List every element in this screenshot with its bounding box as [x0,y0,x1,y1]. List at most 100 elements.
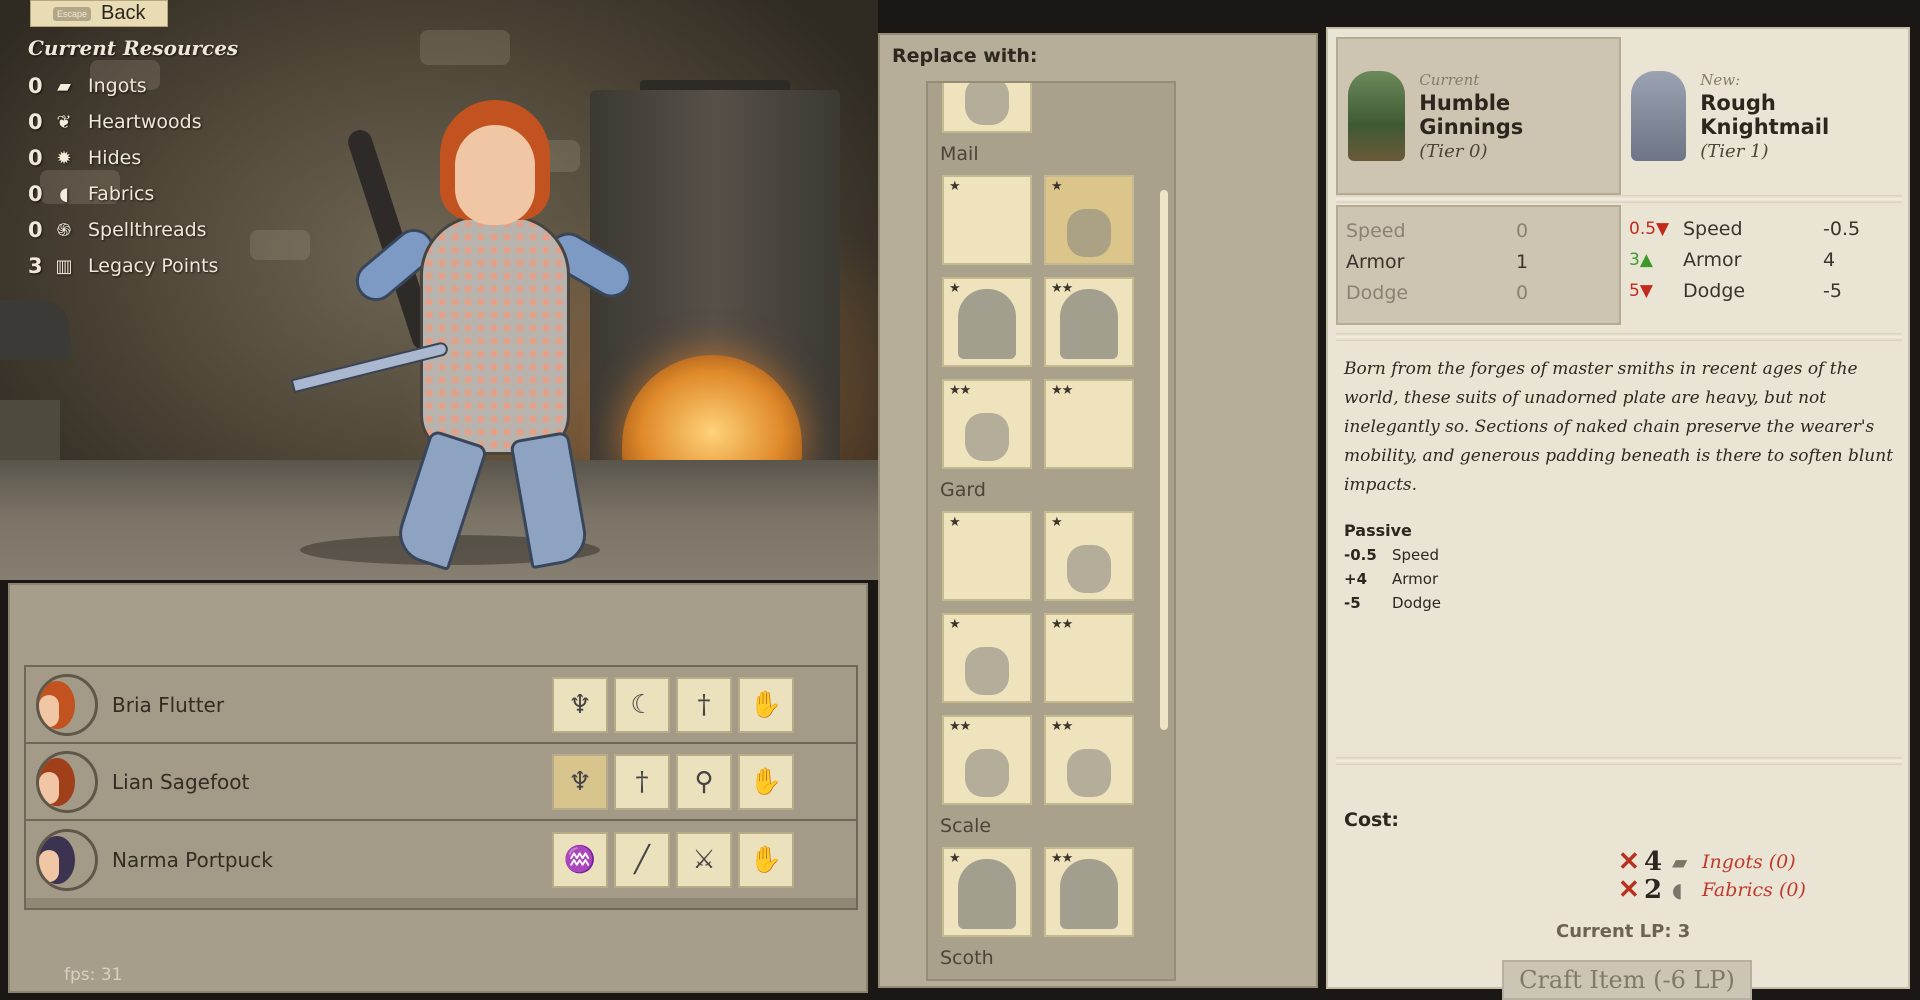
party-avatar [36,673,98,736]
equipment-slot[interactable]: ♆ [552,676,608,733]
cost-amount: 2 [1644,875,1663,905]
club-icon: ⚲ [694,766,714,797]
equipment-slot[interactable]: ☾ [614,676,670,733]
character-preview [290,95,650,575]
stat-value: 0 [1516,281,1529,304]
stat-name: Speed [1683,217,1743,240]
arrow-up-icon: ▲ [1639,249,1653,270]
armor-silhouette-icon [965,83,1009,125]
tile-grid: ★ ★★ [928,843,1174,941]
party-member-name: Lian Sagefoot [112,769,250,794]
fabric-icon: ◖ [1672,878,1683,902]
armor-icon: ♆ [568,689,592,720]
back-label: Back [101,2,146,24]
resource-row: 3 ▥ Legacy Points [28,248,288,284]
tier-stars: ★ [949,179,961,194]
armor-tile[interactable]: ★ [942,175,1032,265]
stat-row: 3▲ Armor 4 [1629,244,1894,275]
book-icon: ▥ [55,255,73,277]
armor-silhouette-icon [1067,749,1111,797]
tier-stars: ★★ [1051,383,1073,398]
armor-tile[interactable] [942,83,1032,133]
avatar-face [39,771,59,804]
stat-name: Dodge [1683,279,1746,302]
hand-icon: ✋ [749,689,783,720]
cost-title: Cost: [1344,809,1399,831]
armor-tile[interactable]: ★ [942,511,1032,601]
stat-row: Armor 1 [1346,246,1611,277]
ingot-icon: ▰ [57,75,71,97]
craft-item-button[interactable]: Craft Item (-6 LP) [1502,960,1752,1000]
equipment-slot[interactable]: ⚔ [676,831,732,888]
stat-value: -5 [1823,279,1842,302]
back-button[interactable]: Escape Back [30,0,168,27]
passive-stat: Speed [1392,546,1440,564]
ingot-icon: ▰ [1672,850,1688,874]
party-member-row[interactable]: Lian Sagefoot ♆ † ⚲ ✋ [26,744,856,821]
equipment-slot[interactable]: ╱ [614,831,670,888]
armor-tile[interactable]: ★★ [1044,847,1134,937]
resource-count: 3 [28,254,43,278]
tier-stars: ★ [1051,515,1063,530]
escape-key-hint: Escape [53,6,92,21]
stat-row: 5▼ Dodge -5 [1629,275,1894,306]
equipment-slot[interactable]: † [676,676,732,733]
replace-panel: Replace with: Mail ★ ★ ★ ★★ ★★ ★★ Gard ★ ★ ★ ★★ ★★ ★★… [878,33,1318,988]
current-stats: Speed 0 Armor 1 Dodge 0 [1336,205,1621,325]
party-member-name: Bria Flutter [112,692,225,717]
new-item-tier: (Tier 1) [1700,140,1769,162]
equipment-slots: ♆ ☾ † ✋ [552,676,794,733]
armor-tile[interactable]: ★ [942,277,1032,367]
armor-icon: ♆ [568,766,592,797]
party-avatar [36,828,98,891]
equipment-slot[interactable]: ♒ [552,831,608,888]
arrow-down-icon: ▼ [1656,218,1670,239]
tier-stars: ★★ [1051,617,1073,632]
tier-stars: ★ [949,281,961,296]
equipment-slot[interactable]: ✋ [738,676,794,733]
avatar-face [39,849,59,882]
armor-tile[interactable]: ★★ [1044,613,1134,703]
equipment-slot[interactable]: ⚲ [676,753,732,810]
item-description: Born from the forges of master smiths in… [1344,359,1894,495]
armor-tile[interactable]: ★ [1044,175,1134,265]
tile-grid: ★ ★ ★ ★★ ★★ ★★ [928,171,1174,473]
armor-tile[interactable]: ★ [1044,511,1134,601]
armor-tile[interactable]: ★★ [942,715,1032,805]
fabric-icon: ◖ [59,183,69,205]
resource-count: 0 [28,74,43,98]
armor-tile[interactable]: ★ [942,613,1032,703]
insufficient-icon: ✕ [1618,875,1640,905]
stat-value: 1 [1516,250,1529,273]
replace-title: Replace with: [892,45,1038,67]
armor-tile[interactable]: ★ [942,847,1032,937]
cost-section: Cost: ✕ 4 ▰ Ingots (0) ✕ 2 ◖ Fabrics (0) Curren… [1336,767,1902,1000]
hand-icon: ✋ [749,766,783,797]
cost-resource: Fabrics (0) [1702,879,1806,901]
armor-tile[interactable]: ★★ [1044,715,1134,805]
tier-stars: ★★ [949,383,971,398]
party-member-row[interactable]: Narma Portpuck ♒ ╱ ⚔ ✋ [26,821,856,898]
stat-row: 0.5▼ Speed -0.5 [1629,213,1894,244]
dagger-icon: † [697,689,711,720]
equipment-slot[interactable]: † [614,753,670,810]
armor-tile[interactable]: ★★ [1044,277,1134,367]
armor-silhouette-icon [958,859,1016,929]
equipment-slot[interactable]: ♆ [552,753,608,810]
armor-tile[interactable]: ★★ [942,379,1032,469]
spiral-icon: ֍ [56,220,72,241]
party-member-row[interactable]: Bria Flutter ♆ ☾ † ✋ [26,667,856,744]
resource-name: Spellthreads [88,219,207,241]
armor-silhouette-icon [1060,859,1118,929]
staff-icon: ╱ [634,844,650,875]
armor-silhouette-icon [958,289,1016,359]
dagger-icon: † [635,766,649,797]
tier-stars: ★★ [1051,719,1073,734]
replace-scrollbar[interactable] [1160,190,1168,730]
equipment-slot[interactable]: ✋ [738,753,794,810]
resource-name: Hides [88,147,142,169]
passive-section: Passive -0.5 Speed +4 Armor -5 Dodge [1344,521,1441,618]
equipment-slot[interactable]: ✋ [738,831,794,888]
armor-tile[interactable]: ★★ [1044,379,1134,469]
leaf-icon: ❦ [56,111,72,133]
